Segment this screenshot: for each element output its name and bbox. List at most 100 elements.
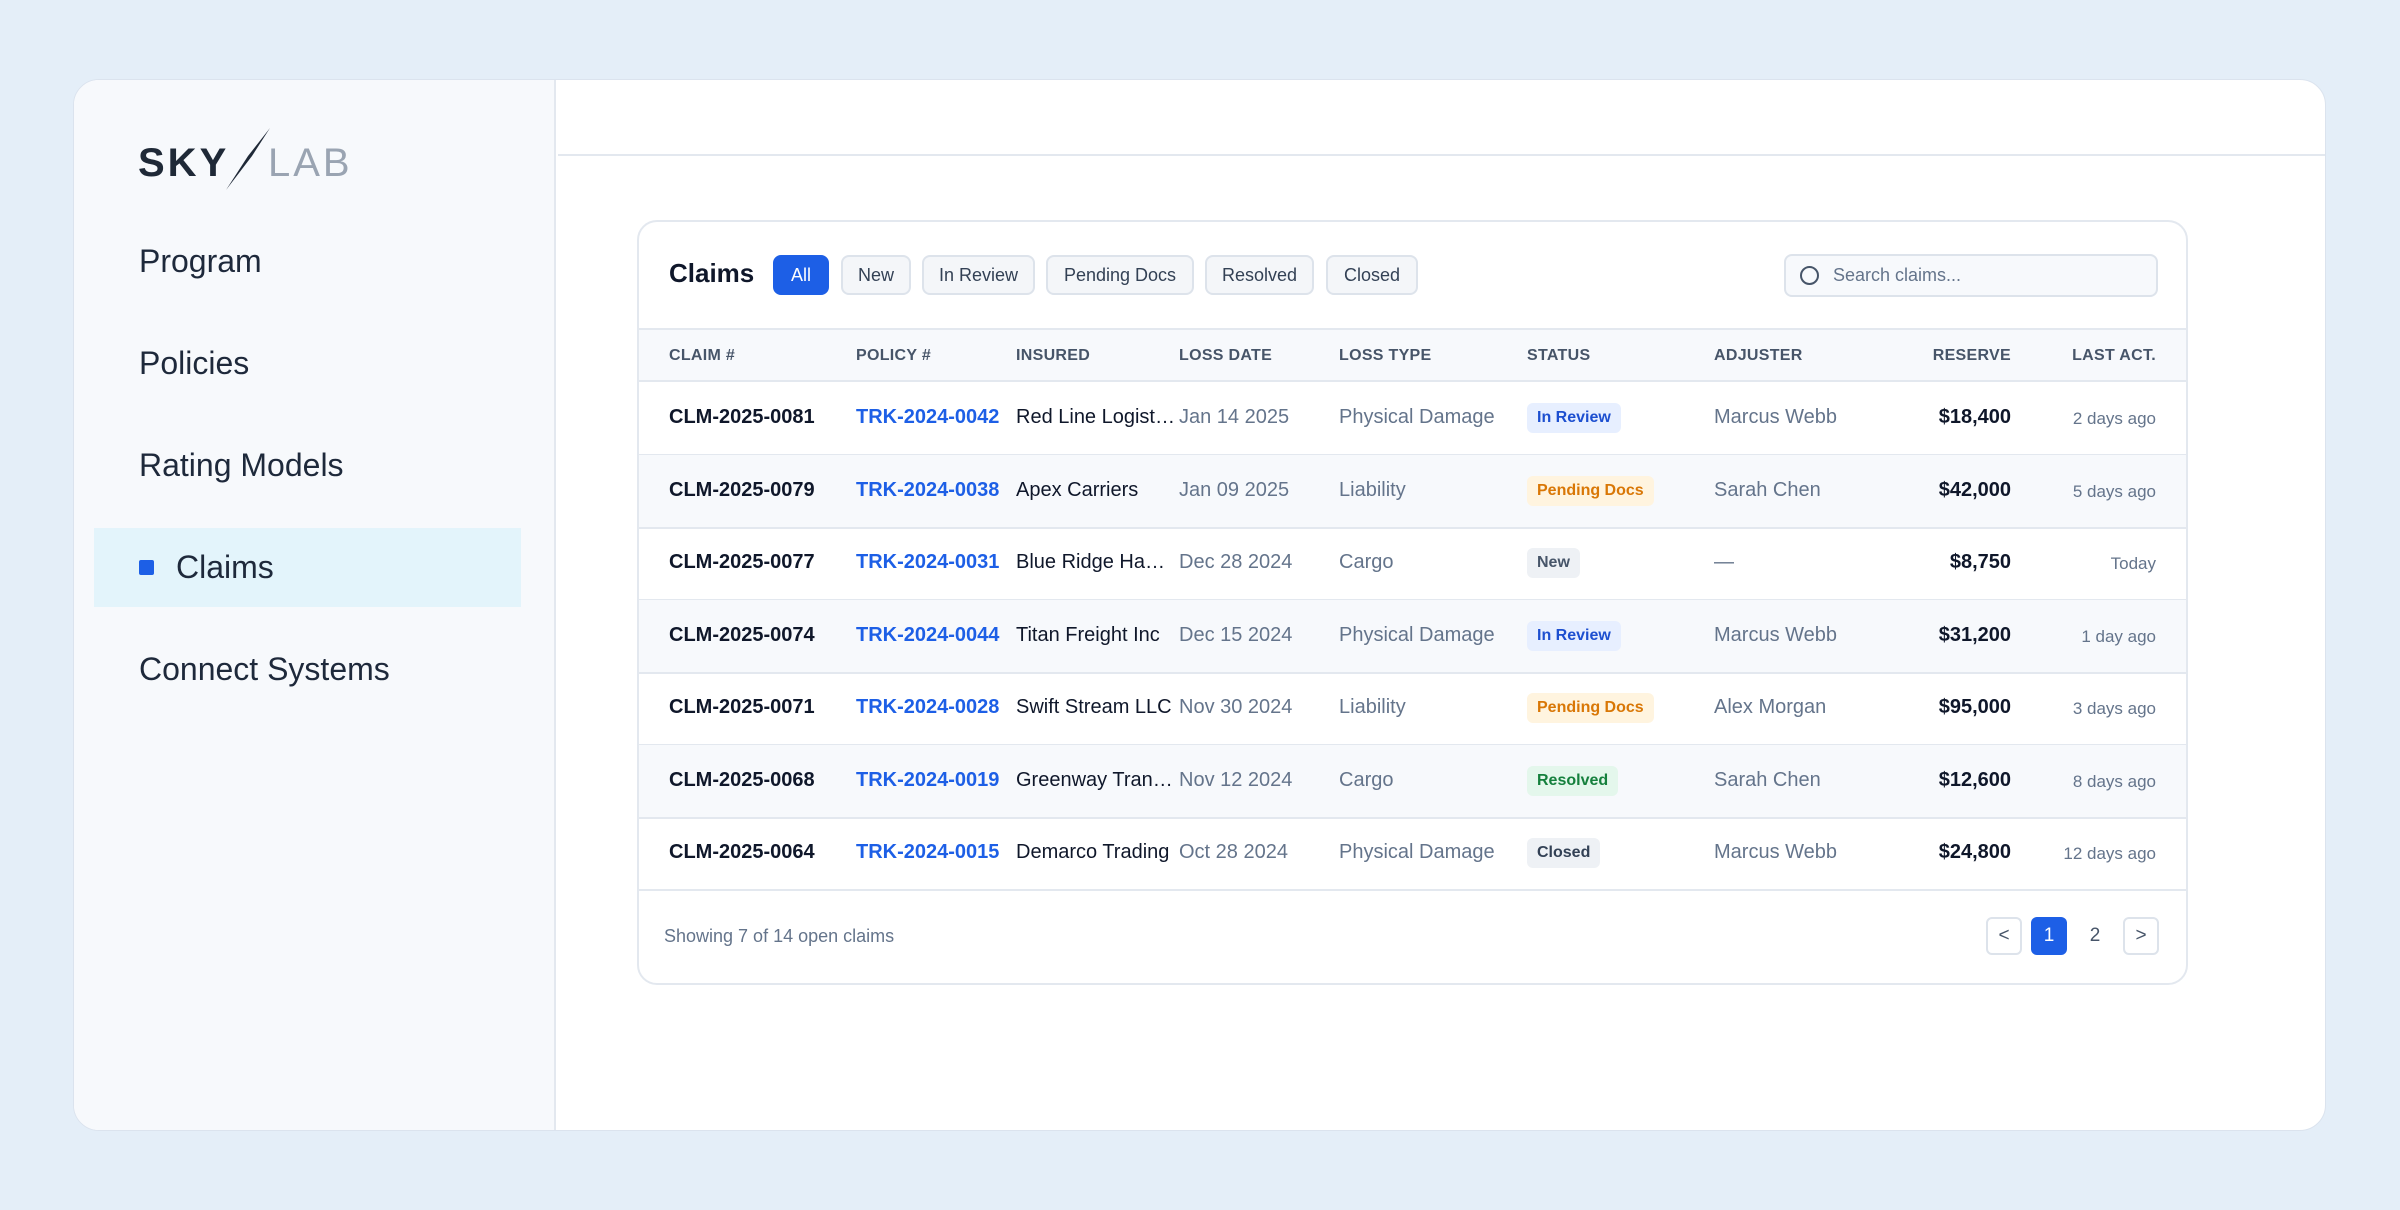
claim-number: CLM-2025-0077 bbox=[669, 551, 815, 573]
last-activity: 2 days ago bbox=[2072, 409, 2156, 428]
claim-number: CLM-2025-0079 bbox=[669, 478, 815, 501]
status-badge: In Review bbox=[1527, 620, 1621, 651]
sidebar-item-claims[interactable]: Claims bbox=[94, 528, 521, 607]
table-row[interactable]: CLM-2025-0081 TRK-2024-0042 Red Line Logis… bbox=[639, 382, 2186, 456]
last-activity: 1 day ago bbox=[2081, 626, 2156, 646]
prev-page-button[interactable]: < bbox=[1986, 917, 2022, 955]
adjuster-name: Marcus Webb bbox=[1714, 406, 1838, 428]
search-input[interactable] bbox=[1833, 265, 2153, 286]
insured-name: Swift Stream LLC bbox=[1016, 696, 1172, 718]
filter-new[interactable]: New bbox=[841, 255, 911, 295]
policy-link[interactable]: TRK-2024-0031 bbox=[856, 551, 1011, 574]
reserve-amount: $42,000 bbox=[1938, 478, 2011, 501]
table-row[interactable]: CLM-2025-0079 TRK-2024-0038 Apex Carriers J… bbox=[639, 454, 2186, 529]
status-badge: Closed bbox=[1527, 838, 1601, 868]
last-activity: 3 days ago bbox=[2072, 699, 2156, 718]
last-activity: 5 days ago bbox=[2072, 481, 2156, 501]
adjuster-name: Sarah Chen bbox=[1714, 478, 1821, 501]
policy-link[interactable]: TRK-2024-0015 bbox=[856, 841, 1011, 864]
reserve-amount: $95,000 bbox=[1938, 696, 2011, 718]
top-bar bbox=[558, 80, 2325, 156]
loss-type: Cargo bbox=[1339, 551, 1394, 573]
page-1-button[interactable]: 1 bbox=[2031, 917, 2067, 955]
app-window: SKY LAB Program Policies Rating Models C… bbox=[73, 79, 2326, 1131]
loss-type: Physical Damage bbox=[1339, 841, 1495, 863]
logo-text-lab: LAB bbox=[268, 141, 353, 185]
next-page-button[interactable]: > bbox=[2123, 917, 2159, 955]
loss-date: Oct 28 2024 bbox=[1179, 841, 1288, 863]
col-status[interactable]: STATUS bbox=[1527, 347, 1590, 365]
claim-number: CLM-2025-0068 bbox=[669, 768, 815, 791]
claims-title: Claims bbox=[669, 258, 755, 288]
policy-link[interactable]: TRK-2024-0042 bbox=[856, 406, 1011, 429]
status-badge: Pending Docs bbox=[1527, 693, 1654, 723]
loss-date: Jan 14 2025 bbox=[1179, 406, 1290, 428]
search-field[interactable] bbox=[1784, 254, 2158, 297]
insured-name: Apex Carriers bbox=[1016, 478, 1139, 501]
table-row[interactable]: CLM-2025-0077 TRK-2024-0031 Blue Ridge Hau… bbox=[639, 527, 2186, 601]
policy-link[interactable]: TRK-2024-0038 bbox=[856, 479, 1011, 502]
claim-number: CLM-2025-0081 bbox=[669, 406, 815, 428]
logo-text-sky: SKY bbox=[138, 141, 229, 185]
table-footer: Showing 7 of 14 open claims < 1 2 > bbox=[639, 890, 2186, 983]
col-last-act[interactable]: LAST ACT. bbox=[2072, 347, 2156, 365]
col-reserve[interactable]: RESERVE bbox=[1933, 347, 2011, 365]
sidebar-item-rating-models[interactable]: Rating Models bbox=[94, 426, 521, 505]
adjuster-name: Alex Morgan bbox=[1714, 696, 1827, 718]
chevron-right-icon: > bbox=[2135, 925, 2147, 946]
claim-number: CLM-2025-0071 bbox=[669, 696, 815, 718]
loss-type: Cargo bbox=[1339, 768, 1394, 791]
sidebar-item-program[interactable]: Program bbox=[94, 222, 521, 301]
col-loss-date[interactable]: LOSS DATE bbox=[1179, 347, 1272, 365]
table-row[interactable]: CLM-2025-0068 TRK-2024-0019 Greenway Trans… bbox=[639, 744, 2186, 819]
policy-link[interactable]: TRK-2024-0019 bbox=[856, 769, 1011, 792]
policy-link[interactable]: TRK-2024-0028 bbox=[856, 696, 1011, 719]
active-indicator-icon bbox=[139, 560, 154, 575]
search-icon bbox=[1800, 266, 1819, 285]
status-badge: Pending Docs bbox=[1527, 475, 1654, 506]
filter-all[interactable]: All bbox=[773, 255, 829, 295]
filter-resolved[interactable]: Resolved bbox=[1205, 255, 1314, 295]
reserve-amount: $31,200 bbox=[1938, 623, 2011, 646]
sidebar-item-label: Policies bbox=[139, 345, 250, 381]
chevron-left-icon: < bbox=[1998, 925, 2010, 946]
filter-in-review[interactable]: In Review bbox=[922, 255, 1035, 295]
col-policy[interactable]: POLICY # bbox=[856, 347, 931, 365]
loss-date: Dec 15 2024 bbox=[1179, 623, 1293, 646]
col-insured[interactable]: INSURED bbox=[1016, 347, 1090, 365]
insured-name: Blue Ridge Hauling bbox=[1016, 551, 1176, 573]
filter-pending-docs[interactable]: Pending Docs bbox=[1046, 255, 1194, 295]
col-adjuster[interactable]: ADJUSTER bbox=[1714, 347, 1803, 365]
sidebar-item-label: Program bbox=[139, 243, 262, 279]
claims-card: Claims All New In Review Pending Docs Re… bbox=[637, 220, 2188, 985]
sidebar-item-label: Claims bbox=[176, 549, 274, 585]
results-count: Showing 7 of 14 open claims bbox=[664, 926, 895, 946]
col-claim[interactable]: CLAIM # bbox=[669, 347, 735, 365]
policy-link[interactable]: TRK-2024-0044 bbox=[856, 624, 1011, 647]
claim-number: CLM-2025-0074 bbox=[669, 623, 815, 646]
adjuster-name: Sarah Chen bbox=[1714, 768, 1821, 791]
adjuster-name: — bbox=[1714, 551, 1734, 573]
table-row[interactable]: CLM-2025-0074 TRK-2024-0044 Titan Freight … bbox=[639, 599, 2186, 674]
claims-header: Claims All New In Review Pending Docs Re… bbox=[639, 222, 2186, 328]
status-badge: In Review bbox=[1527, 403, 1621, 433]
sidebar-item-connect-systems[interactable]: Connect Systems bbox=[94, 630, 521, 709]
page-2-button[interactable]: 2 bbox=[2077, 917, 2113, 955]
insured-name: Demarco Trading bbox=[1016, 841, 1170, 863]
loss-date: Jan 09 2025 bbox=[1179, 478, 1290, 501]
loss-type: Physical Damage bbox=[1339, 623, 1495, 646]
loss-date: Nov 12 2024 bbox=[1179, 768, 1293, 791]
loss-type: Liability bbox=[1339, 478, 1406, 501]
reserve-amount: $8,750 bbox=[1949, 551, 2011, 573]
adjuster-name: Marcus Webb bbox=[1714, 623, 1838, 646]
loss-date: Nov 30 2024 bbox=[1179, 696, 1293, 718]
logo-swoosh-icon bbox=[226, 128, 270, 190]
table-row[interactable]: CLM-2025-0071 TRK-2024-0028 Swift Stream L… bbox=[639, 672, 2186, 746]
insured-name: Red Line Logistics bbox=[1016, 406, 1176, 428]
filter-closed[interactable]: Closed bbox=[1326, 255, 1418, 295]
status-badge: Resolved bbox=[1527, 765, 1619, 796]
adjuster-name: Marcus Webb bbox=[1714, 841, 1838, 863]
sidebar-item-policies[interactable]: Policies bbox=[94, 324, 521, 403]
col-loss-type[interactable]: LOSS TYPE bbox=[1339, 347, 1432, 365]
table-row[interactable]: CLM-2025-0064 TRK-2024-0015 Demarco Tradin… bbox=[639, 817, 2186, 891]
